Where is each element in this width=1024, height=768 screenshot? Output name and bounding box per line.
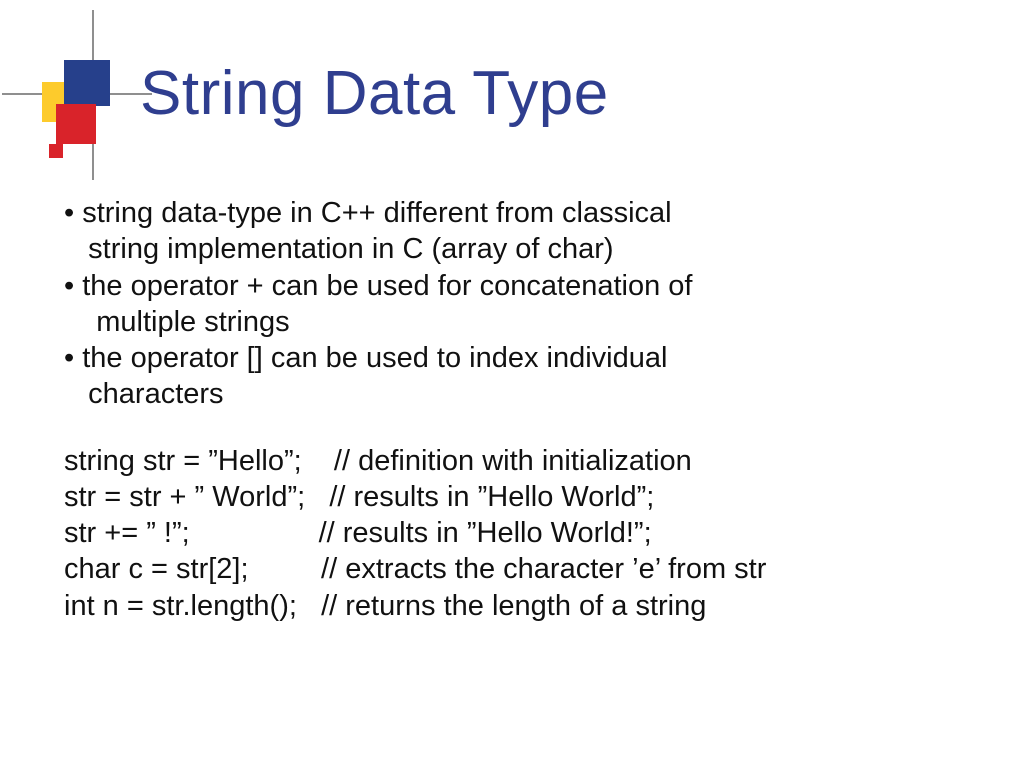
code-line: str = str + ” World”; // results in ”Hel… [64, 479, 984, 515]
bullet-line: multiple strings [64, 304, 984, 340]
code-line: string str = ”Hello”; // definition with… [64, 443, 984, 479]
bullet-line: string implementation in C (array of cha… [64, 231, 984, 267]
bullet-line: • string data-type in C++ different from… [64, 195, 984, 231]
code-line: int n = str.length(); // returns the len… [64, 588, 984, 624]
slide-body: • string data-type in C++ different from… [64, 195, 984, 624]
bullet-line: • the operator + can be used for concate… [64, 268, 984, 304]
slide: String Data Type • string data-type in C… [0, 0, 1024, 768]
code-line: str += ” !”; // results in ”Hello World!… [64, 515, 984, 551]
bullet-line: characters [64, 376, 984, 412]
code-line: char c = str[2]; // extracts the charact… [64, 551, 984, 587]
bullet-line: • the operator [] can be used to index i… [64, 340, 984, 376]
slide-title: String Data Type [140, 58, 609, 129]
